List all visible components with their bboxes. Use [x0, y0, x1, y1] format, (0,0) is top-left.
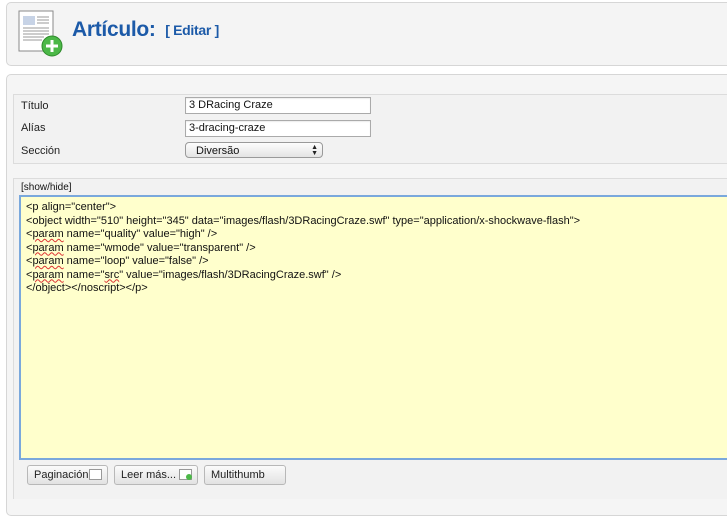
editor-line: <p align="center">	[26, 201, 117, 213]
seccion-label: Sección	[21, 145, 61, 157]
leer-mas-label: Leer más...	[121, 469, 177, 481]
pagebreak-icon	[89, 469, 102, 480]
editor-line: <object width="510" height="345" data="i…	[26, 214, 581, 227]
leer-mas-button[interactable]: Leer más...	[114, 465, 198, 485]
page-title: Artículo: [ Editar ]	[72, 18, 219, 42]
show-hide-toggle[interactable]: [show/hide]	[21, 182, 72, 193]
titulo-input[interactable]: 3 DRacing Craze	[185, 97, 371, 114]
editor-line: </object></noscript></p>	[26, 282, 148, 294]
editor-line: <param name="quality" value="high" />	[26, 228, 218, 240]
page-title-text: Artículo:	[72, 18, 156, 41]
editor-line: <param name="loop" value="false" />	[26, 255, 209, 267]
editor-line: <param name="wmode" value="transparent" …	[26, 241, 256, 254]
seccion-select[interactable]: Diversão ▲ ▼	[185, 142, 323, 158]
alias-label: Alías	[21, 122, 46, 134]
article-text-editor[interactable]: <p align="center"> <object width="510" h…	[19, 195, 727, 460]
paginacion-button[interactable]: Paginación	[27, 465, 108, 485]
alias-input[interactable]: 3-dracing-craze	[185, 120, 371, 137]
multithumb-button[interactable]: Multithumb	[204, 465, 286, 485]
editor-line: <param name="src" value="images/flash/3D…	[26, 268, 342, 281]
article-add-icon	[18, 10, 63, 57]
seccion-selected-value: Diversão	[196, 145, 240, 157]
select-arrows-icon: ▲ ▼	[311, 144, 318, 157]
titulo-label: Título	[21, 100, 49, 112]
page-title-action: [ Editar ]	[165, 22, 219, 38]
readmore-icon	[179, 469, 192, 480]
multithumb-label: Multithumb	[211, 469, 265, 481]
paginacion-label: Paginación	[34, 469, 89, 481]
